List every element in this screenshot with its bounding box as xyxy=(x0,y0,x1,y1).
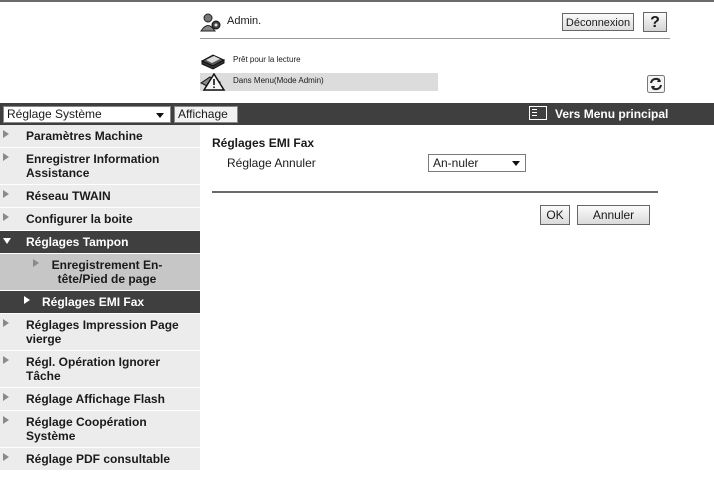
sidebar-item-label: Régl. Opération Ignorer Tâche xyxy=(26,355,161,383)
main-menu-link[interactable]: Vers Menu principal xyxy=(529,106,668,123)
sidebar-item-label: Réglage Affichage Flash xyxy=(26,392,165,406)
refresh-icon[interactable] xyxy=(647,75,665,93)
triangle-right-icon xyxy=(24,296,30,304)
display-tab[interactable]: Affichage xyxy=(174,106,238,123)
sidebar: Paramètres Machine Enregistrer Informati… xyxy=(0,125,200,471)
triangle-right-icon xyxy=(3,213,9,221)
header: Admin. Déconnexion ? xyxy=(200,12,670,39)
warning-icon xyxy=(200,72,226,91)
sidebar-item-searchable-pdf[interactable]: Réglage PDF consultable xyxy=(0,448,200,471)
status-ready-row: Prêt pour la lecture xyxy=(200,52,440,70)
sidebar-item-assistance-info[interactable]: Enregistrer Information Assistance xyxy=(0,148,200,185)
admin-user-icon xyxy=(200,12,222,32)
sidebar-item-label: Réseau TWAIN xyxy=(26,189,111,203)
triangle-right-icon xyxy=(3,190,9,198)
triangle-right-icon xyxy=(3,416,9,424)
sidebar-item-label: Enregistrer Information Assistance xyxy=(26,152,160,180)
triangle-right-icon xyxy=(33,259,39,267)
admin-user-label: Admin. xyxy=(227,15,262,27)
cancel-setting-select[interactable]: An-nuler xyxy=(428,154,526,172)
triangle-down-icon xyxy=(3,238,11,244)
system-settings-select-value: Réglage Système xyxy=(7,107,102,121)
triangle-right-icon xyxy=(3,356,9,364)
sidebar-item-label: Enregistrement En-tête/Pied de page xyxy=(51,258,163,286)
sidebar-item-label: Réglages EMI Fax xyxy=(42,295,145,309)
sidebar-item-label: Réglages Tampon xyxy=(26,235,129,249)
sidebar-item-label: Paramètres Machine xyxy=(26,129,143,143)
system-settings-select[interactable]: Réglage Système xyxy=(3,106,171,123)
triangle-right-icon xyxy=(3,153,9,161)
status-mode-text: Dans Menu(Mode Admin) xyxy=(233,76,324,85)
sidebar-item-flash-display[interactable]: Réglage Affichage Flash xyxy=(0,388,200,411)
sidebar-item-label: Réglage Coopération Système xyxy=(26,415,147,443)
logout-button[interactable]: Déconnexion xyxy=(562,13,634,31)
header-divider xyxy=(200,38,670,39)
status-mode-row: Dans Menu(Mode Admin) xyxy=(200,72,438,91)
sidebar-item-configure-box[interactable]: Configurer la boite xyxy=(0,208,200,231)
cancel-setting-value: An-nuler xyxy=(433,156,479,170)
top-rule xyxy=(0,0,714,2)
triangle-right-icon xyxy=(3,130,9,138)
content-divider xyxy=(212,191,658,193)
triangle-right-icon xyxy=(3,319,9,327)
sidebar-item-label: Réglages Impression Page vierge xyxy=(26,318,179,346)
ok-button[interactable]: OK xyxy=(540,205,570,225)
sidebar-item-system-cooperation[interactable]: Réglage Coopération Système xyxy=(0,411,200,448)
cancel-button[interactable]: Annuler xyxy=(577,205,650,225)
triangle-right-icon xyxy=(3,393,9,401)
printer-icon xyxy=(200,52,226,70)
sidebar-item-twain-network[interactable]: Réseau TWAIN xyxy=(0,185,200,208)
sidebar-item-stamp-settings[interactable]: Réglages Tampon xyxy=(0,231,200,254)
cancel-setting-label: Réglage Annuler xyxy=(227,156,316,170)
sidebar-item-skip-job[interactable]: Régl. Opération Ignorer Tâche xyxy=(0,351,200,388)
help-button[interactable]: ? xyxy=(643,12,667,32)
sidebar-item-label: Configurer la boite xyxy=(26,212,133,226)
triangle-right-icon xyxy=(3,453,9,461)
nav-bar: Réglage Système Affichage Vers Menu prin… xyxy=(0,103,714,125)
sidebar-subitem-emi-fax[interactable]: Réglages EMI Fax xyxy=(0,291,200,314)
menu-list-icon xyxy=(529,106,547,120)
sidebar-item-label: Réglage PDF consultable xyxy=(26,452,171,466)
status-ready-text: Prêt pour la lecture xyxy=(233,55,301,64)
page-title: Réglages EMI Fax xyxy=(212,136,315,150)
main-menu-label: Vers Menu principal xyxy=(555,107,669,121)
sidebar-subitem-header-footer[interactable]: Enregistrement En-tête/Pied de page xyxy=(0,254,200,291)
chevron-down-icon xyxy=(512,161,520,166)
sidebar-item-machine-settings[interactable]: Paramètres Machine xyxy=(0,125,200,148)
sidebar-item-blank-page-print[interactable]: Réglages Impression Page vierge xyxy=(0,314,200,351)
chevron-down-icon xyxy=(156,113,164,118)
